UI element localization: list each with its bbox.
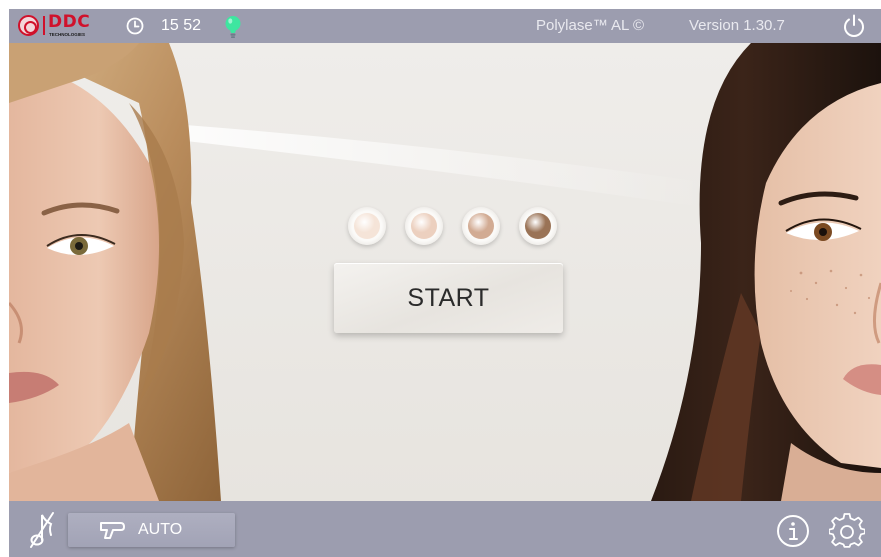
- start-button[interactable]: START: [334, 263, 563, 333]
- skin-tone-4-button[interactable]: [519, 207, 557, 245]
- product-name: Polylase™ AL ©: [536, 17, 645, 34]
- face-left-illustration: [9, 43, 221, 501]
- logo-subtext: TECHNOLOGIES: [49, 32, 86, 37]
- ddc-logo: DDC TECHNOLOGIES: [18, 12, 104, 38]
- power-button[interactable]: [841, 13, 867, 39]
- face-right-illustration: [651, 43, 881, 501]
- music-icon[interactable]: [29, 511, 55, 549]
- logo-ring-icon: [18, 15, 39, 36]
- skin-tone-4-swatch: [525, 213, 551, 239]
- skin-tone-2-button[interactable]: [405, 207, 443, 245]
- mode-auto-button[interactable]: AUTO: [68, 513, 235, 547]
- handpiece-icon: [100, 522, 125, 539]
- clock-icon: [126, 17, 144, 35]
- skin-tone-1-button[interactable]: [348, 207, 386, 245]
- clock-time: 15 52: [161, 17, 202, 34]
- mode-label: AUTO: [138, 521, 183, 538]
- gear-icon[interactable]: [829, 513, 865, 549]
- skin-tone-2-swatch: [411, 213, 437, 239]
- bulb-icon: [225, 16, 241, 38]
- skin-tone-3-swatch: [468, 213, 494, 239]
- skin-tone-1-swatch: [354, 213, 380, 239]
- logo-name: DDC: [48, 12, 91, 32]
- main-area: START: [9, 43, 881, 501]
- device-screen: DDC TECHNOLOGIES 15 52 Polylase™ AL © Ve…: [9, 9, 881, 557]
- info-icon[interactable]: [776, 514, 810, 548]
- skin-tone-selector: [348, 207, 558, 247]
- bottom-bar: AUTO: [9, 501, 881, 557]
- version-label: Version 1.30.7: [689, 17, 785, 34]
- top-bar: DDC TECHNOLOGIES 15 52 Polylase™ AL © Ve…: [9, 9, 881, 43]
- skin-tone-3-button[interactable]: [462, 207, 500, 245]
